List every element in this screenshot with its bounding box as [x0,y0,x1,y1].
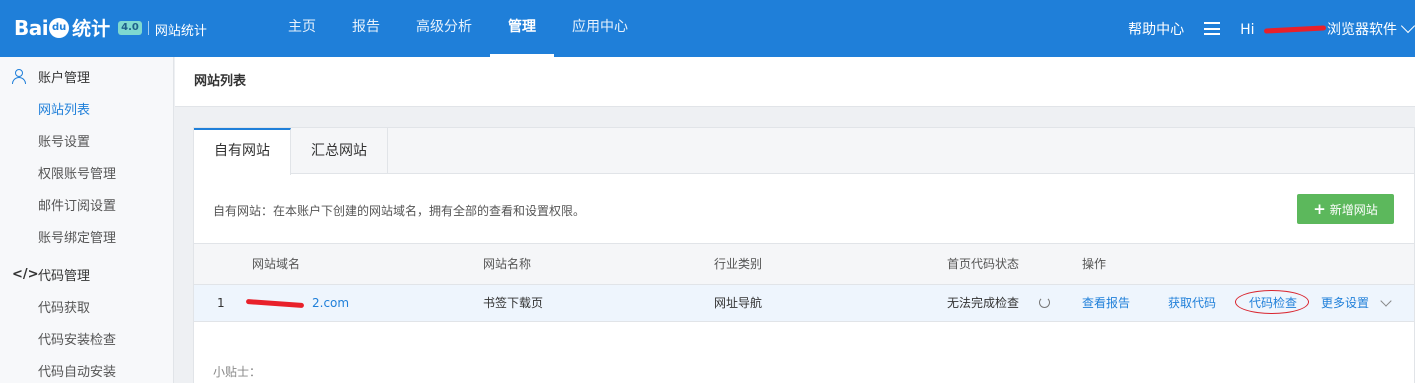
table-row: 1 2.com 书签下载页 网址导航 无法完成检查 查看报告 获取代码 代码检查… [194,285,1414,322]
refresh-icon[interactable] [1039,297,1050,308]
sidebar-item-get-code[interactable]: 代码获取 [0,293,173,325]
chevron-down-icon[interactable] [1380,295,1392,307]
more-settings-link[interactable]: 更多设置 [1321,285,1369,321]
sidebar-item-code-auto-install[interactable]: 代码自动安装 [0,357,173,383]
tips-label: 小贴士： [213,365,262,379]
sidebar-item-account-binding[interactable]: 账号绑定管理 [0,223,173,255]
help-center-link[interactable]: 帮助中心 [1128,19,1184,39]
code-icon: </> [12,266,39,282]
sidebar-group-label: 代码管理 [38,268,91,284]
site-list-card: 自有网站 汇总网站 自有网站：在本账户下创建的网站域名，拥有全部的查看和设置权限… [193,127,1415,383]
sidebar: 账户管理 网站列表 账号设置 权限账号管理 邮件订阅设置 账号绑定管理 </> … [0,57,174,383]
sidebar-item-code-install-check[interactable]: 代码安装检查 [0,325,173,357]
tab-bar: 自有网站 汇总网站 [194,128,1414,175]
add-site-button[interactable]: + 新增网站 [1297,194,1394,224]
sidebar-item-site-list[interactable]: 网站列表 [0,95,173,127]
logo-bai-text: Bai [14,15,49,40]
main-nav: 主页 报告 高级分析 管理 应用中心 [270,0,646,57]
get-code-link[interactable]: 获取代码 [1168,285,1216,321]
code-status: 无法完成检查 [947,296,1020,310]
nav-reports[interactable]: 报告 [334,0,398,57]
header-site-name: 网站名称 [483,257,532,271]
user-greeting: Hi [1240,21,1255,38]
nav-management[interactable]: 管理 [490,0,554,57]
tab-own-sites[interactable]: 自有网站 [194,128,291,175]
header-actions: 操作 [1082,257,1107,271]
sidebar-group-label: 账户管理 [38,70,91,86]
nav-app-center[interactable]: 应用中心 [554,0,646,57]
logo-paw-icon: du [49,17,70,38]
site-industry: 网址导航 [714,296,763,310]
user-menu[interactable]: Hi 浏览器软件 [1240,19,1397,39]
header-code-status: 首页代码状态 [947,257,1020,271]
redaction-mark [1264,24,1327,34]
row-index: 1 [217,296,225,310]
logo-subtitle: 网站统计 [154,24,207,39]
header-industry: 行业类别 [714,257,763,271]
sidebar-group-account[interactable]: 账户管理 [0,57,173,95]
tab-description: 自有网站：在本账户下创建的网站域名，拥有全部的查看和设置权限。 [213,204,586,218]
tab-summary-sites[interactable]: 汇总网站 [291,128,388,174]
page-title: 网站列表 [175,57,1415,107]
site-name: 书签下载页 [483,296,544,310]
baidu-tongji-logo[interactable]: Bai du 统计 4.0 网站统计 [14,14,207,41]
main-content: 网站列表 自有网站 汇总网站 自有网站：在本账户下创建的网站域名，拥有全部的查看… [175,57,1415,383]
top-bar: Bai du 统计 4.0 网站统计 主页 报告 高级分析 管理 应用中心 帮助… [0,0,1415,57]
user-name-suffix: 浏览器软件 [1327,21,1397,38]
menu-list-icon[interactable] [1204,22,1221,35]
plus-icon: + [1313,200,1326,218]
sidebar-item-account-settings[interactable]: 账号设置 [0,127,173,159]
logo-divider [147,20,149,35]
annotation-circle [1235,290,1309,314]
nav-advanced-analysis[interactable]: 高级分析 [398,0,490,57]
header-domain: 网站域名 [252,257,301,271]
sidebar-group-code[interactable]: </> 代码管理 [0,255,173,293]
version-badge: 4.0 [118,20,142,35]
logo-tongji-text: 统计 [72,18,111,40]
view-report-link[interactable]: 查看报告 [1082,285,1130,321]
chevron-down-icon[interactable] [1400,18,1415,34]
top-right-area: 帮助中心 Hi 浏览器软件 [1128,0,1415,57]
sidebar-item-permission-accounts[interactable]: 权限账号管理 [0,159,173,191]
add-site-label: 新增网站 [1329,202,1378,217]
nav-home[interactable]: 主页 [270,0,334,57]
table-header: 网站域名 网站名称 行业类别 首页代码状态 操作 [194,243,1414,285]
sidebar-item-email-subscription[interactable]: 邮件订阅设置 [0,191,173,223]
user-icon [12,68,26,84]
